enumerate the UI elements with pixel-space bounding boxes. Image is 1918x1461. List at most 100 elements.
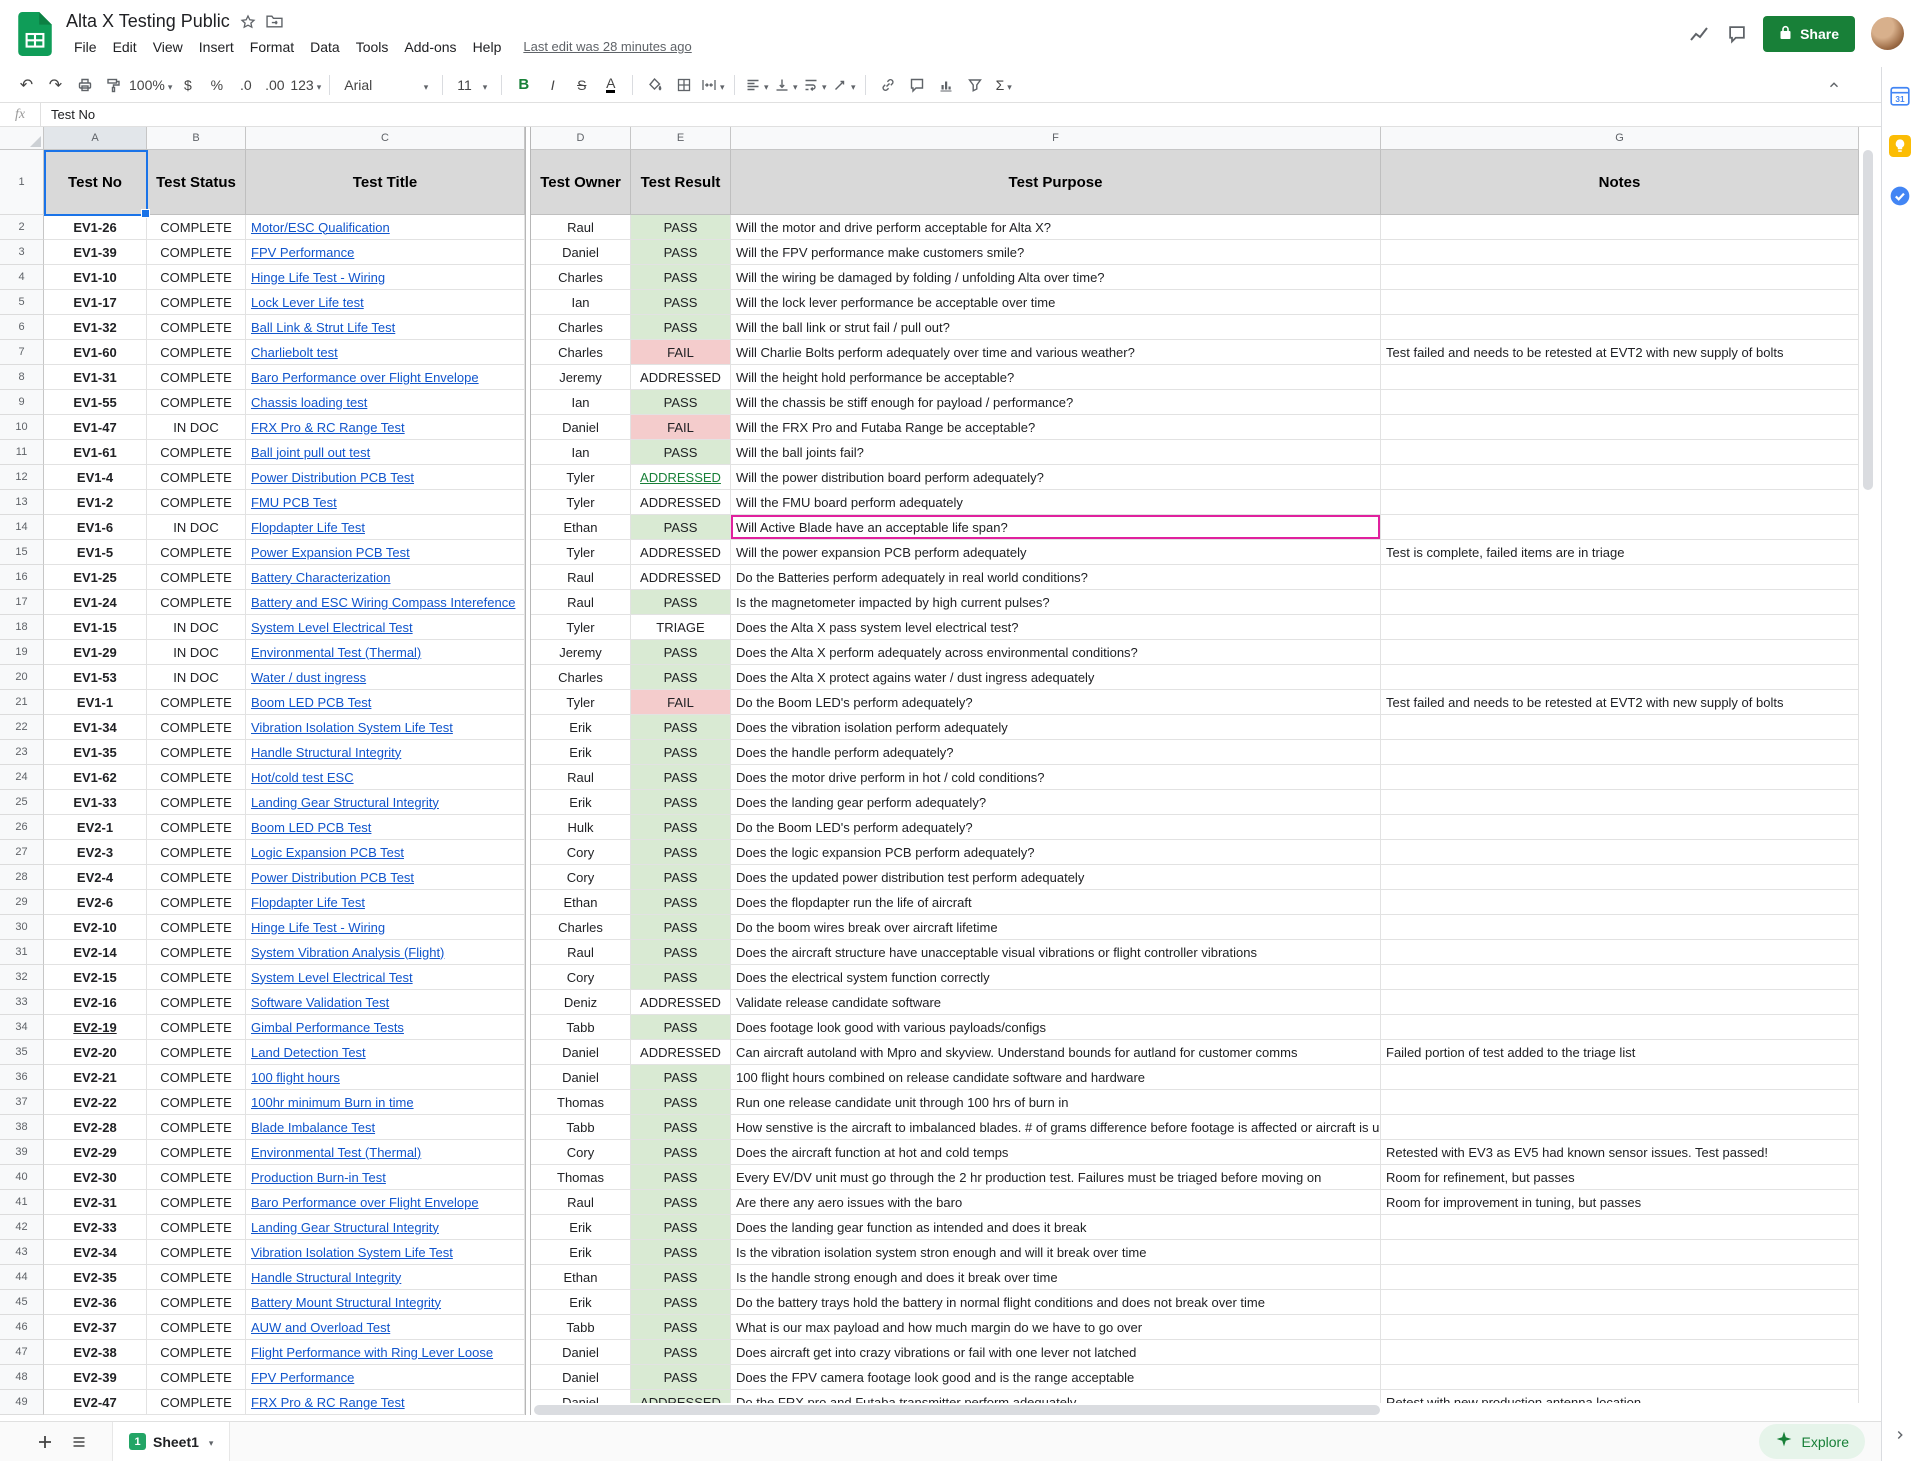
- cell-notes[interactable]: Test is complete, failed items are in tr…: [1381, 540, 1859, 565]
- cell-notes[interactable]: [1381, 1340, 1859, 1365]
- row-number[interactable]: 21: [0, 690, 44, 715]
- cell-test-purpose[interactable]: Will the FMU board perform adequately: [731, 490, 1381, 515]
- cell-test-owner[interactable]: Tyler: [531, 540, 631, 565]
- cell-notes[interactable]: [1381, 765, 1859, 790]
- cell-test-title[interactable]: 100 flight hours: [246, 1065, 525, 1090]
- cell-test-title[interactable]: AUW and Overload Test: [246, 1315, 525, 1340]
- sheet-tab[interactable]: 1 Sheet1: [112, 1422, 230, 1461]
- cell-test-status[interactable]: COMPLETE: [147, 240, 246, 265]
- cell-test-result[interactable]: PASS: [631, 1315, 731, 1340]
- row-number[interactable]: 18: [0, 615, 44, 640]
- cell-test-owner[interactable]: Hulk: [531, 815, 631, 840]
- cell-test-owner[interactable]: Daniel: [531, 1065, 631, 1090]
- text-rotation-dropdown[interactable]: [830, 71, 857, 98]
- redo-button[interactable]: [42, 71, 69, 98]
- cell-test-no[interactable]: EV2-21: [44, 1065, 147, 1090]
- vertical-align-dropdown[interactable]: [772, 71, 799, 98]
- paint-format-button[interactable]: [100, 71, 127, 98]
- cell-notes[interactable]: [1381, 915, 1859, 940]
- text-color-button[interactable]: A: [597, 71, 624, 98]
- cell-test-status[interactable]: COMPLETE: [147, 940, 246, 965]
- number-format-dropdown[interactable]: 123: [290, 71, 321, 98]
- cell-test-owner[interactable]: Cory: [531, 840, 631, 865]
- cell-test-status[interactable]: COMPLETE: [147, 265, 246, 290]
- comment-history-icon[interactable]: [1727, 24, 1747, 44]
- cell-test-title[interactable]: Lock Lever Life test: [246, 290, 525, 315]
- cell-test-title[interactable]: FPV Performance: [246, 240, 525, 265]
- cell-test-title[interactable]: Ball Link & Strut Life Test: [246, 315, 525, 340]
- cell-test-status[interactable]: COMPLETE: [147, 865, 246, 890]
- cell-test-no[interactable]: EV1-4: [44, 465, 147, 490]
- row-number[interactable]: 38: [0, 1115, 44, 1140]
- row-number[interactable]: 35: [0, 1040, 44, 1065]
- cell-test-owner[interactable]: Daniel: [531, 1365, 631, 1390]
- cell-test-purpose[interactable]: Will the power distribution board perfor…: [731, 465, 1381, 490]
- column-header-a[interactable]: A: [44, 127, 147, 150]
- cell-test-title[interactable]: Chassis loading test: [246, 390, 525, 415]
- cell-test-owner[interactable]: Daniel: [531, 1340, 631, 1365]
- format-currency-button[interactable]: $: [174, 71, 201, 98]
- cell-test-status[interactable]: COMPLETE: [147, 365, 246, 390]
- cell-notes[interactable]: [1381, 840, 1859, 865]
- cell-test-purpose[interactable]: Do the boom wires break over aircraft li…: [731, 915, 1381, 940]
- column-header-g[interactable]: G: [1381, 127, 1859, 150]
- cell-notes[interactable]: [1381, 465, 1859, 490]
- cell-test-purpose[interactable]: Does the Alta X pass system level electr…: [731, 615, 1381, 640]
- cell-test-no[interactable]: EV2-15: [44, 965, 147, 990]
- cell-test-status[interactable]: COMPLETE: [147, 965, 246, 990]
- cell-test-purpose[interactable]: Will the ball joints fail?: [731, 440, 1381, 465]
- select-all-corner[interactable]: [0, 127, 44, 150]
- header-cell-test-owner[interactable]: Test Owner: [531, 150, 631, 215]
- cell-test-title[interactable]: Landing Gear Structural Integrity: [246, 1215, 525, 1240]
- cell-test-no[interactable]: EV1-32: [44, 315, 147, 340]
- borders-button[interactable]: [670, 71, 697, 98]
- cell-test-result[interactable]: PASS: [631, 315, 731, 340]
- cell-test-title[interactable]: 100hr minimum Burn in time: [246, 1090, 525, 1115]
- strikethrough-button[interactable]: S: [568, 71, 595, 98]
- cell-test-no[interactable]: EV2-28: [44, 1115, 147, 1140]
- cell-test-result[interactable]: FAIL: [631, 690, 731, 715]
- cell-test-owner[interactable]: Erik: [531, 790, 631, 815]
- cell-test-no[interactable]: EV2-22: [44, 1090, 147, 1115]
- bold-button[interactable]: B: [510, 71, 537, 98]
- row-number[interactable]: 32: [0, 965, 44, 990]
- cell-test-title[interactable]: FMU PCB Test: [246, 490, 525, 515]
- cell-test-purpose[interactable]: Does the Alta X protect agains water / d…: [731, 665, 1381, 690]
- cell-test-status[interactable]: COMPLETE: [147, 440, 246, 465]
- cell-test-no[interactable]: EV2-47: [44, 1390, 147, 1415]
- cell-test-title[interactable]: Vibration Isolation System Life Test: [246, 1240, 525, 1265]
- row-number[interactable]: 19: [0, 640, 44, 665]
- cell-test-result[interactable]: PASS: [631, 440, 731, 465]
- cell-test-purpose[interactable]: Will the FRX Pro and Futaba Range be acc…: [731, 415, 1381, 440]
- cell-notes[interactable]: Room for refinement, but passes: [1381, 1165, 1859, 1190]
- cell-test-owner[interactable]: Cory: [531, 965, 631, 990]
- cell-test-result[interactable]: PASS: [631, 265, 731, 290]
- header-cell-test-no[interactable]: Test No: [44, 150, 147, 215]
- cell-test-no[interactable]: EV2-30: [44, 1165, 147, 1190]
- cell-test-owner[interactable]: Charles: [531, 340, 631, 365]
- cell-notes[interactable]: [1381, 1240, 1859, 1265]
- cell-test-status[interactable]: COMPLETE: [147, 1040, 246, 1065]
- cell-test-title[interactable]: System Level Electrical Test: [246, 615, 525, 640]
- cell-test-purpose[interactable]: Do the Batteries perform adequately in r…: [731, 565, 1381, 590]
- cell-test-result[interactable]: PASS: [631, 1265, 731, 1290]
- cell-test-result[interactable]: PASS: [631, 715, 731, 740]
- cell-notes[interactable]: Retested with EV3 as EV5 had known senso…: [1381, 1140, 1859, 1165]
- cell-test-owner[interactable]: Tyler: [531, 690, 631, 715]
- row-number[interactable]: 40: [0, 1165, 44, 1190]
- cell-test-owner[interactable]: Erik: [531, 740, 631, 765]
- cell-notes[interactable]: [1381, 290, 1859, 315]
- undo-button[interactable]: [13, 71, 40, 98]
- cell-test-no[interactable]: EV2-6: [44, 890, 147, 915]
- row-number[interactable]: 28: [0, 865, 44, 890]
- cell-test-status[interactable]: COMPLETE: [147, 1290, 246, 1315]
- cell-test-status[interactable]: IN DOC: [147, 665, 246, 690]
- cell-test-no[interactable]: EV2-3: [44, 840, 147, 865]
- font-dropdown[interactable]: Arial: [338, 71, 434, 98]
- cell-test-status[interactable]: COMPLETE: [147, 1240, 246, 1265]
- cell-test-owner[interactable]: Daniel: [531, 1040, 631, 1065]
- cell-test-owner[interactable]: Erik: [531, 1215, 631, 1240]
- row-number[interactable]: 42: [0, 1215, 44, 1240]
- cell-notes[interactable]: [1381, 715, 1859, 740]
- cell-test-result[interactable]: ADDRESSED: [631, 365, 731, 390]
